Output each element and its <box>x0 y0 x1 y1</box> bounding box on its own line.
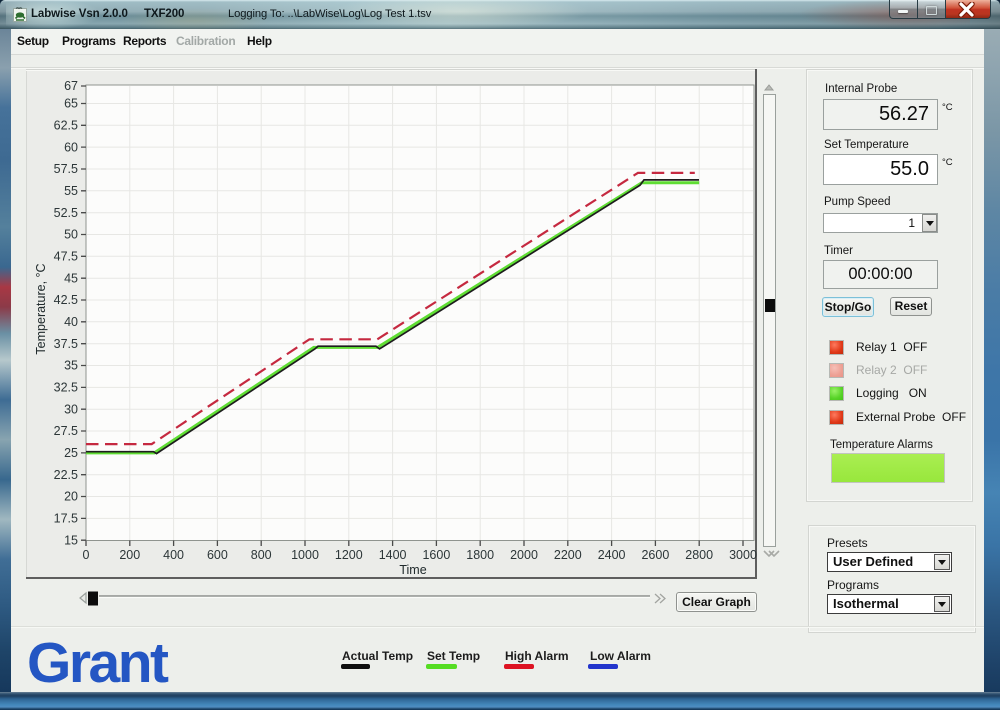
svg-text:2200: 2200 <box>554 548 582 562</box>
svg-text:55: 55 <box>64 184 78 198</box>
svg-text:60: 60 <box>64 140 78 154</box>
svg-text:400: 400 <box>163 548 184 562</box>
svg-text:200: 200 <box>119 548 140 562</box>
svg-text:37.5: 37.5 <box>54 337 78 351</box>
svg-text:62.5: 62.5 <box>54 119 78 133</box>
svg-text:2000: 2000 <box>510 548 538 562</box>
svg-text:40: 40 <box>64 315 78 329</box>
svg-text:1400: 1400 <box>379 548 407 562</box>
svg-text:800: 800 <box>251 548 272 562</box>
svg-text:35: 35 <box>64 359 78 373</box>
svg-text:20: 20 <box>64 490 78 504</box>
svg-text:67: 67 <box>64 79 78 93</box>
svg-text:3000: 3000 <box>729 548 757 562</box>
svg-text:42.5: 42.5 <box>54 293 78 307</box>
svg-text:52.5: 52.5 <box>54 206 78 220</box>
svg-text:0: 0 <box>83 548 90 562</box>
svg-text:2800: 2800 <box>685 548 713 562</box>
svg-text:22.5: 22.5 <box>54 468 78 482</box>
svg-text:1200: 1200 <box>335 548 363 562</box>
svg-text:25: 25 <box>64 446 78 460</box>
svg-text:15: 15 <box>64 533 78 547</box>
svg-text:17.5: 17.5 <box>54 512 78 526</box>
svg-text:45: 45 <box>64 271 78 285</box>
svg-text:1600: 1600 <box>422 548 450 562</box>
svg-text:47.5: 47.5 <box>54 250 78 264</box>
svg-text:30: 30 <box>64 402 78 416</box>
svg-text:65: 65 <box>64 97 78 111</box>
svg-text:27.5: 27.5 <box>54 424 78 438</box>
svg-text:Time: Time <box>399 563 426 577</box>
svg-text:1800: 1800 <box>466 548 494 562</box>
svg-text:2400: 2400 <box>598 548 626 562</box>
svg-text:Temperature, °C: Temperature, °C <box>34 263 48 354</box>
svg-text:32.5: 32.5 <box>54 381 78 395</box>
svg-text:2600: 2600 <box>641 548 669 562</box>
svg-text:1000: 1000 <box>291 548 319 562</box>
svg-text:600: 600 <box>207 548 228 562</box>
svg-text:50: 50 <box>64 228 78 242</box>
svg-text:57.5: 57.5 <box>54 162 78 176</box>
